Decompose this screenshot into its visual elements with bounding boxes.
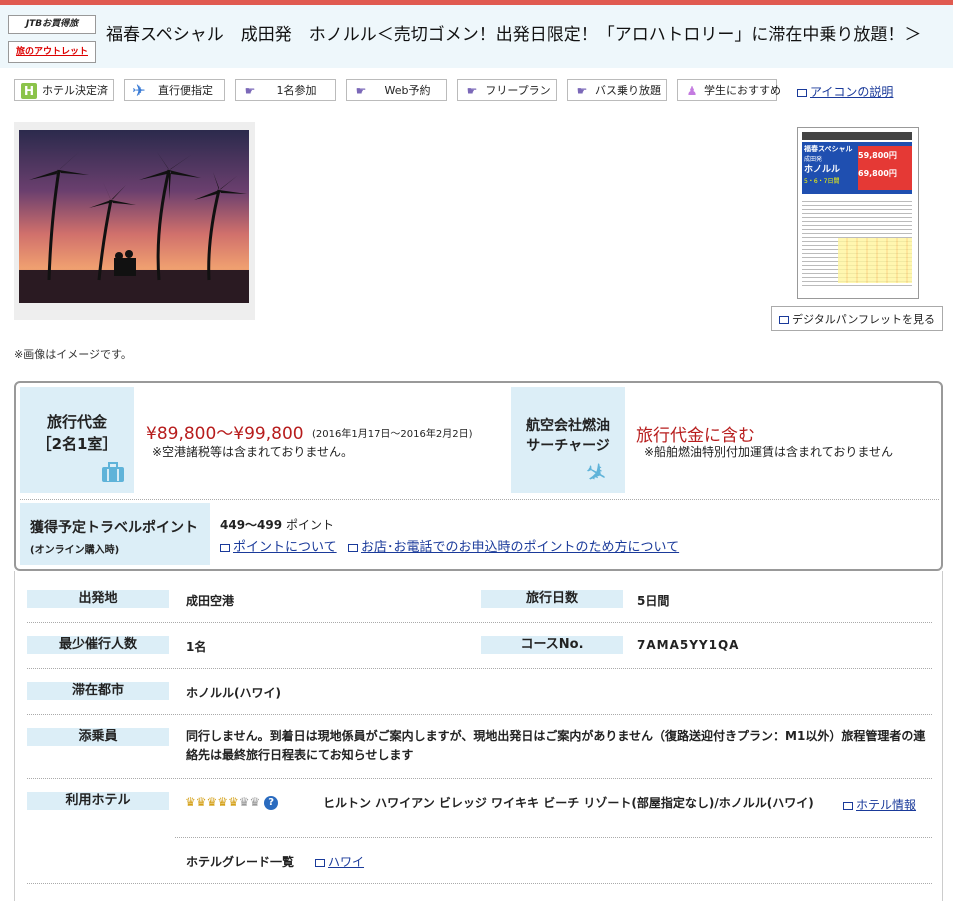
- hotel-name: ヒルトン ハワイアン ビレッジ ワイキキ ビーチ リゾート(部屋指定なし)/ホノ…: [323, 796, 814, 810]
- airplane-icon: ✈: [578, 455, 613, 493]
- points-about-link[interactable]: ポイントについて: [220, 536, 337, 555]
- crown-icon-grey: ♛♛: [238, 795, 261, 809]
- course-number-label: コースNo.: [481, 636, 623, 654]
- airplane-icon: ✈: [131, 81, 147, 100]
- help-question-icon[interactable]: ?: [264, 795, 279, 810]
- fuel-surcharge-note: ※船舶燃油特別付加運賃は含まれておりません: [644, 445, 893, 459]
- feature-bus-pass: ☛ バス乗り放題: [567, 79, 667, 101]
- feature-web-booking: ☛ Web予約: [346, 79, 447, 101]
- hotel-icon: H: [21, 83, 37, 99]
- hotel-grade-crowns: ♛♛♛♛♛♛♛ ?: [185, 795, 279, 810]
- price-summary-box: 旅行代金 ［2名1室］ ¥89,800〜¥99,800 (2016年1月17日〜…: [14, 381, 943, 571]
- feature-student-recommended: ♟ 学生におすすめ: [677, 79, 781, 101]
- departure-value: 成田空港: [186, 594, 235, 608]
- tour-guide-label: 添乗員: [27, 728, 169, 746]
- person-icon: ♟: [684, 83, 700, 99]
- page-title: 福春スペシャル 成田発 ホノルル＜売切ゴメン！出発日限定！「アロハトロリー」に滞…: [106, 25, 922, 45]
- feature-free-plan: ☛ フリープラン: [457, 79, 557, 101]
- hotel-grade-list-label: ホテルグレード一覧: [186, 855, 295, 869]
- fare-price: ¥89,800〜¥99,800: [146, 424, 304, 444]
- sunset-palm-photo: [19, 130, 249, 303]
- tour-photo-frame: [14, 122, 255, 320]
- external-link-icon: [220, 543, 230, 552]
- departure-label: 出発地: [27, 590, 169, 608]
- hotel-info-link[interactable]: ホテル情報: [843, 796, 916, 813]
- stay-city-label: 滞在都市: [27, 682, 169, 700]
- header: JTBお買得旅 旅のアウトレット 福春スペシャル 成田発 ホノルル＜売切ゴメン！…: [0, 5, 953, 68]
- points-label-cell: 獲得予定トラベルポイント (オンライン購入時): [20, 503, 210, 565]
- min-people-label: 最少催行人数: [27, 636, 169, 654]
- pointer-hand-icon: ☛: [353, 83, 369, 99]
- external-link-icon: [315, 858, 325, 867]
- brand-logo-jtb[interactable]: JTBお買得旅: [8, 15, 96, 34]
- days-label: 旅行日数: [481, 590, 623, 608]
- image-note: ※画像はイメージです。: [14, 348, 132, 361]
- tour-photo[interactable]: [19, 130, 249, 303]
- points-offline-link[interactable]: お店･お電話でのお申込時のポイントのため方について: [348, 536, 679, 555]
- hotel-label: 利用ホテル: [27, 792, 169, 810]
- hotel-grade-hawaii-link[interactable]: ハワイ: [315, 853, 364, 870]
- fare-note: ※空港諸税等は含まれておりません。: [152, 445, 353, 459]
- pointer-hand-icon: ☛: [242, 83, 258, 99]
- fuel-surcharge-label-cell: 航空会社燃油 サーチャージ ✈: [511, 387, 625, 493]
- suitcase-icon: [100, 461, 126, 483]
- stay-city-value: ホノルル(ハワイ): [186, 686, 281, 700]
- feature-direct-flight: ✈ 直行便指定: [124, 79, 225, 101]
- feature-hotel-confirmed: H ホテル決定済: [14, 79, 114, 101]
- tour-guide-value: 同行しません。到着日は現地係員がご案内しますが、現地出発日はご案内がありません（…: [186, 729, 926, 762]
- course-number-value: 7AMA5YY1QA: [637, 638, 740, 652]
- days-value: 5日間: [637, 594, 670, 608]
- external-link-icon: [348, 543, 358, 552]
- points-value: 449〜499 ポイント: [220, 518, 334, 532]
- brochure-thumbnail[interactable]: 福春スペシャル 成田発 ホノルル 5・6・7日間 59,800円 69,800円: [797, 127, 919, 299]
- pointer-hand-icon: ☛: [574, 83, 590, 99]
- external-link-icon: [797, 88, 807, 97]
- brand-logo-outlet[interactable]: 旅のアウトレット: [8, 41, 96, 63]
- fare-label-cell: 旅行代金 ［2名1室］: [20, 387, 134, 493]
- tour-details-table: 出発地 成田空港 旅行日数 5日間 最少催行人数 1名 コースNo. 7AMA5…: [14, 571, 943, 901]
- digital-brochure-button[interactable]: デジタルパンフレットを見る: [771, 306, 943, 331]
- external-link-icon: [843, 801, 853, 810]
- pointer-hand-icon: ☛: [464, 83, 480, 99]
- fare-period: (2016年1月17日〜2016年2月2日): [312, 429, 473, 440]
- external-link-icon: [779, 316, 789, 324]
- feature-solo-participation: ☛ 1名参加: [235, 79, 336, 101]
- icon-help-link[interactable]: アイコンの説明: [797, 83, 893, 100]
- min-people-value: 1名: [186, 640, 207, 654]
- crown-icon: ♛♛♛♛♛: [185, 795, 239, 809]
